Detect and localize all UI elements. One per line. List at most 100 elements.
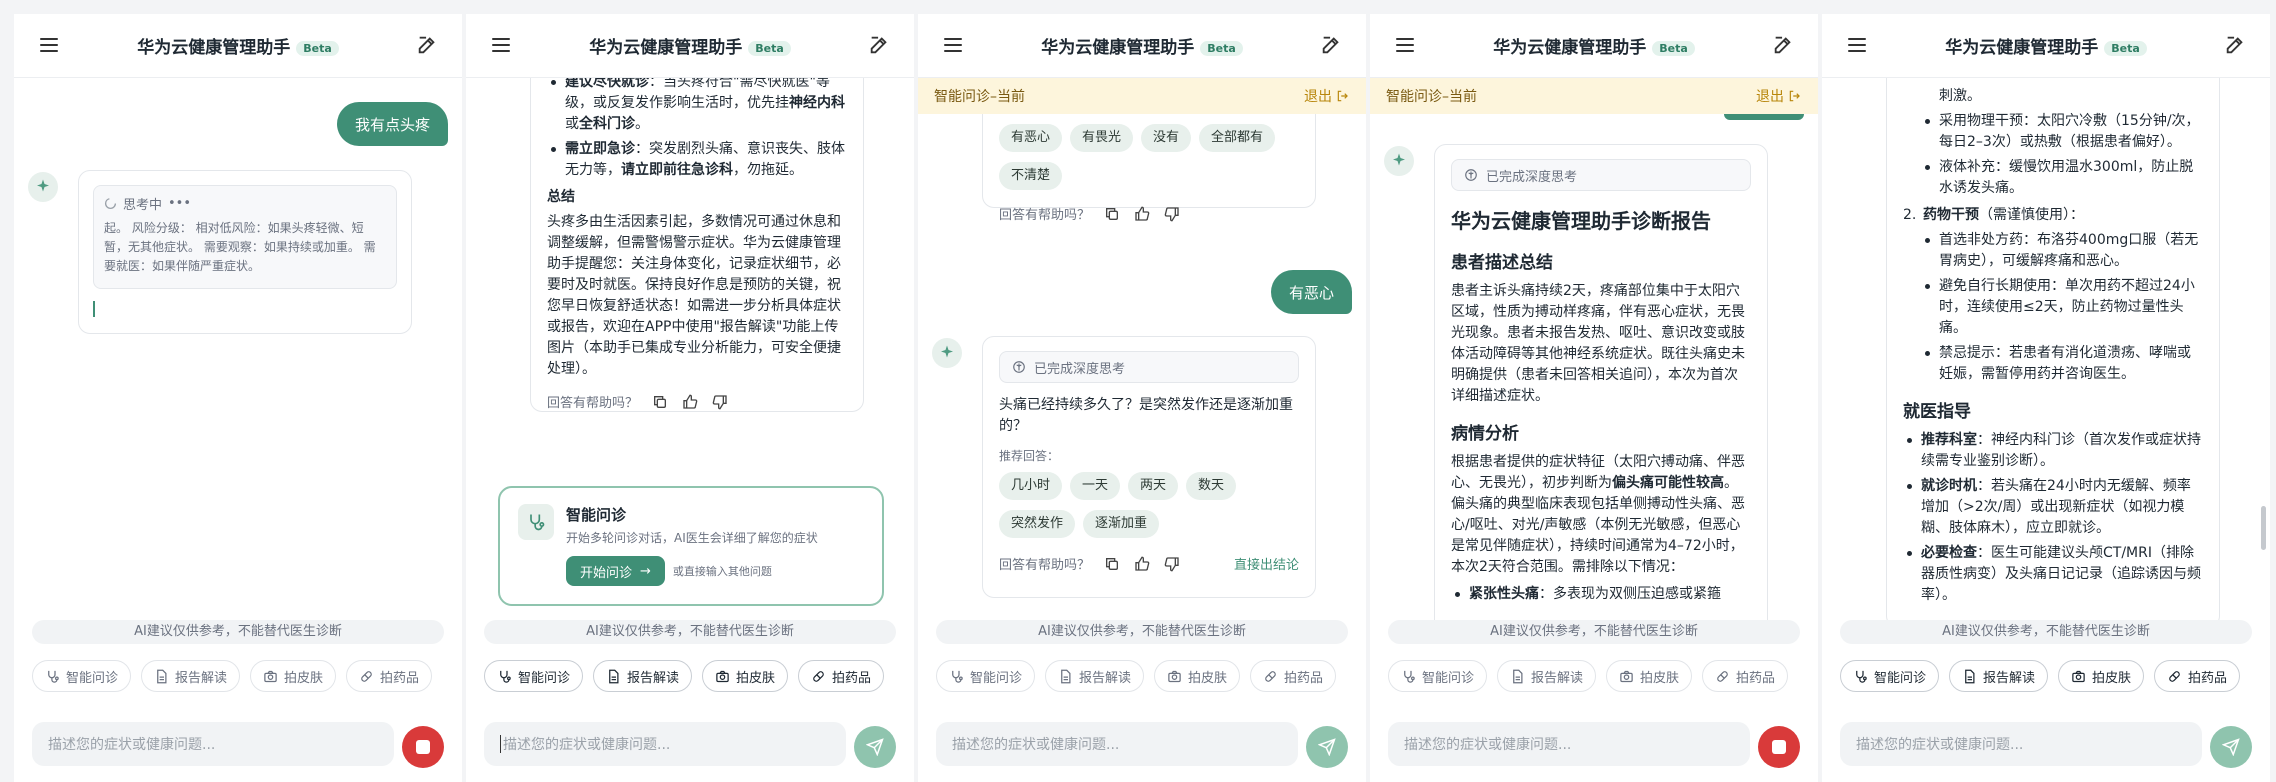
send-button[interactable] xyxy=(2210,726,2252,768)
arrow-right-icon: → xyxy=(640,563,651,579)
user-message: 有恶心 xyxy=(1270,270,1352,314)
tool-drug[interactable]: 拍药品 xyxy=(346,660,433,692)
message-input[interactable]: 描述您的症状或健康问题... xyxy=(936,722,1298,766)
tool-drug[interactable]: 拍药品 xyxy=(1250,660,1337,692)
tool-skin[interactable]: 拍皮肤 xyxy=(702,660,789,692)
option-button[interactable]: 突然发作 xyxy=(999,510,1076,538)
assistant-message: 已完成深度思考 头痛已经持续多久了？是突然发作还是逐渐加重的？ 推荐回答： 几小… xyxy=(982,336,1316,598)
stop-button[interactable] xyxy=(1758,726,1800,768)
menu-icon[interactable] xyxy=(1396,36,1414,54)
thumbs-up-icon[interactable] xyxy=(1134,556,1150,572)
option-button[interactable]: 没有 xyxy=(1141,124,1192,152)
advice-item: 需立即急诊：突发剧烈头痛、意识丧失、肢体无力等，请立即前往急诊科，勿拖延。 xyxy=(547,139,847,181)
tool-skin[interactable]: 拍皮肤 xyxy=(1606,660,1693,692)
tool-report[interactable]: 报告解读 xyxy=(593,660,693,692)
thumbs-down-icon[interactable] xyxy=(1164,206,1180,222)
start-consult-button[interactable]: 开始问诊 → xyxy=(566,556,665,586)
loading-icon xyxy=(104,197,117,210)
advice-list: 建议尽快就诊：当头疼符合"需尽快就医"等级，或反复发作影响生活时，优先挂神经内科… xyxy=(547,78,847,181)
stop-button[interactable] xyxy=(402,726,444,768)
feedback-bar: 回答有帮助吗？ xyxy=(999,204,1299,223)
tool-report[interactable]: 报告解读 xyxy=(141,660,241,692)
thumbs-down-icon[interactable] xyxy=(712,394,728,410)
option-button[interactable]: 有恶心 xyxy=(999,124,1063,152)
exit-button[interactable]: 退出 xyxy=(1304,86,1350,106)
option-button[interactable]: 几小时 xyxy=(999,472,1063,500)
stethoscope-icon xyxy=(1856,670,1867,683)
chat-area: 建议尽快就诊：当头疼符合"需尽快就医"等级，或反复发作影响生活时，优先挂神经内科… xyxy=(466,78,914,630)
tool-skin[interactable]: 拍皮肤 xyxy=(1154,660,1241,692)
tool-skin[interactable]: 拍皮肤 xyxy=(2058,660,2145,692)
thumbs-down-icon[interactable] xyxy=(1164,556,1180,572)
pill-icon xyxy=(2169,670,2180,682)
tool-report[interactable]: 报告解读 xyxy=(1497,660,1597,692)
thumbs-up-icon[interactable] xyxy=(682,394,698,410)
tool-report[interactable]: 报告解读 xyxy=(1949,660,2049,692)
app-title: 华为云健康管理助手 Beta xyxy=(137,33,339,58)
menu-icon[interactable] xyxy=(492,36,510,54)
send-button[interactable] xyxy=(1306,726,1348,768)
app-header: 华为云健康管理助手 Beta xyxy=(918,14,1366,78)
sparkle-icon xyxy=(37,179,49,192)
app-title: 华为云健康管理助手 Beta xyxy=(1945,33,2147,58)
thumbs-up-icon[interactable] xyxy=(1134,206,1150,222)
quick-tools: 智能问诊 报告解读 拍皮肤 拍药品 xyxy=(936,660,1337,692)
send-button[interactable] xyxy=(854,726,896,768)
menu-icon[interactable] xyxy=(1848,36,1866,54)
message-input[interactable]: 描述您的症状或健康问题... xyxy=(484,722,846,766)
option-button[interactable]: 全部都有 xyxy=(1199,124,1276,152)
exclusion-item: 紧张性头痛：多表现为双侧压迫感或紧箍 xyxy=(1451,584,1751,605)
option-button[interactable]: 逐渐加重 xyxy=(1083,510,1160,538)
typing-cursor xyxy=(93,301,95,317)
quick-tools: 智能问诊 报告解读 拍皮肤 拍药品 xyxy=(484,660,885,692)
thinking-done[interactable]: 已完成深度思考 xyxy=(999,351,1299,383)
edit-icon[interactable] xyxy=(2224,34,2246,56)
question-text: 头痛已经持续多久了？是突然发作还是逐渐加重的？ xyxy=(999,397,1293,434)
message-input[interactable]: 描述您的症状或健康问题... xyxy=(1388,722,1750,766)
edit-icon[interactable] xyxy=(416,34,438,56)
exit-button[interactable]: 退出 xyxy=(1756,86,1802,106)
copy-icon[interactable] xyxy=(652,394,668,410)
send-icon xyxy=(2222,738,2240,756)
consult-card: 智能问诊 开始多轮问诊对话，AI医生会详细了解您的症状 开始问诊 → 或直接输入其… xyxy=(498,486,884,606)
chat-panel-2: 华为云健康管理助手 Beta 建议尽快就诊：当头疼符合"需尽快就医"等级，或反复发… xyxy=(466,14,914,782)
message-input[interactable]: 描述您的症状或健康问题... xyxy=(32,722,394,766)
tool-consult[interactable]: 智能问诊 xyxy=(1840,660,1940,692)
beta-badge: Beta xyxy=(1200,40,1243,56)
thinking-done[interactable]: 已完成深度思考 xyxy=(1451,159,1751,191)
feedback-label: 回答有帮助吗？ xyxy=(547,396,639,411)
scrollbar[interactable] xyxy=(2261,506,2266,550)
option-button[interactable]: 不清楚 xyxy=(999,162,1063,190)
edit-icon[interactable] xyxy=(868,34,890,56)
menu-icon[interactable] xyxy=(944,36,962,54)
guide-item: 就诊时机：若头痛在24小时内无缓解、频率增加（>2次/周）或出现新症状（如视力模… xyxy=(1903,476,2203,539)
option-button[interactable]: 有畏光 xyxy=(1070,124,1134,152)
assistant-avatar xyxy=(932,338,962,368)
feedback-label: 回答有帮助吗？ xyxy=(999,208,1091,223)
tool-drug[interactable]: 拍药品 xyxy=(2154,660,2241,692)
tool-consult[interactable]: 智能问诊 xyxy=(32,660,132,692)
option-button[interactable]: 数天 xyxy=(1186,472,1237,500)
stethoscope-icon xyxy=(952,670,963,683)
chat-area: 已完成深度思考 华为云健康管理助手诊断报告 患者描述总结 患者主诉头痛持续2天，… xyxy=(1370,78,1818,630)
feedback-bar: 回答有帮助吗？ xyxy=(547,392,847,411)
camera-icon xyxy=(716,670,729,682)
tool-drug[interactable]: 拍药品 xyxy=(798,660,885,692)
tool-consult[interactable]: 智能问诊 xyxy=(484,660,584,692)
tool-drug[interactable]: 拍药品 xyxy=(1702,660,1789,692)
section-title: 病情分析 xyxy=(1451,424,1519,444)
tool-consult[interactable]: 智能问诊 xyxy=(1388,660,1488,692)
option-button[interactable]: 两天 xyxy=(1128,472,1179,500)
tool-report[interactable]: 报告解读 xyxy=(1045,660,1145,692)
assistant-message: 建议尽快就诊：当头疼符合"需尽快就医"等级，或反复发作影响生活时，优先挂神经内科… xyxy=(530,78,864,412)
edit-icon[interactable] xyxy=(1320,34,1342,56)
direct-conclusion-link[interactable]: 直接出结论 xyxy=(1234,554,1299,573)
tool-skin[interactable]: 拍皮肤 xyxy=(250,660,337,692)
option-button[interactable]: 一天 xyxy=(1070,472,1121,500)
message-input[interactable]: 描述您的症状或健康问题... xyxy=(1840,722,2202,766)
copy-icon[interactable] xyxy=(1104,556,1120,572)
edit-icon[interactable] xyxy=(1772,34,1794,56)
copy-icon[interactable] xyxy=(1104,206,1120,222)
tool-consult[interactable]: 智能问诊 xyxy=(936,660,1036,692)
menu-icon[interactable] xyxy=(40,36,58,54)
